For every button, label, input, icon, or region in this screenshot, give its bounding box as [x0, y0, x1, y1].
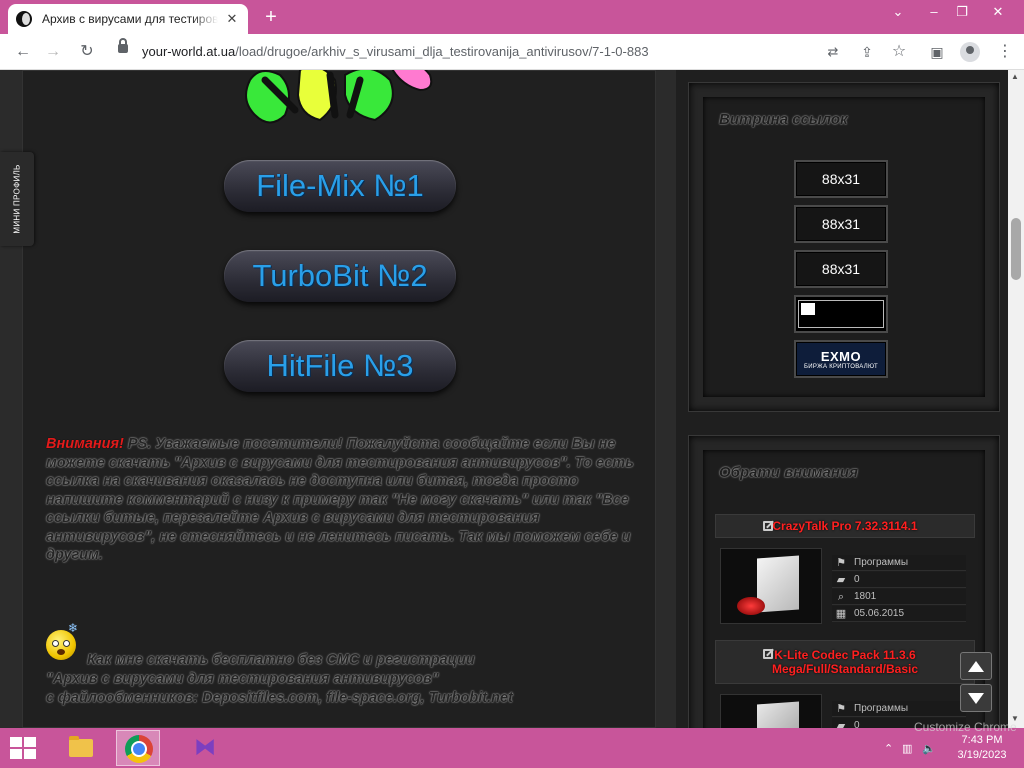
close-tab-icon[interactable]: ✕	[224, 11, 240, 27]
network-icon[interactable]: ▥	[902, 742, 912, 755]
url-path: /load/drugoe/arkhiv_s_virusami_dlja_test…	[235, 44, 649, 59]
browser-titlebar: Архив с вирусами для тестирования антиви…	[0, 0, 1024, 34]
clock-time: 7:43 PM	[961, 734, 1003, 746]
comment-icon: ▰	[836, 720, 846, 728]
edit-icon	[763, 649, 773, 659]
scroll-down-button[interactable]	[960, 684, 992, 712]
file-explorer-taskbar-button[interactable]	[58, 730, 102, 766]
banner-88x31-3[interactable]: 88x31	[794, 250, 888, 288]
windows-start-icon[interactable]	[10, 737, 36, 759]
links-widget-title: Витрина ссылок	[719, 111, 848, 128]
back-icon[interactable]: ←	[12, 42, 34, 62]
howto-text: Как мне скачать бесплатно без СМС и реги…	[46, 651, 636, 708]
views-icon: ⌕	[837, 591, 845, 603]
howto-line-2: "Архив с вирусами для тестирования антив…	[46, 671, 439, 687]
banner-exmo[interactable]: EXMO БИРЖА КРИПТОВАЛЮТ	[794, 340, 888, 378]
download-notice: Внимания! PS. Уважаемые посетители! Пожа…	[46, 435, 636, 565]
comment-icon: ▰	[836, 574, 846, 586]
post-category: ⚑ Программы	[832, 555, 966, 571]
exmo-subtitle: БИРЖА КРИПТОВАЛЮТ	[804, 363, 878, 370]
post-title: CrazyTalk Pro 7.32.3114.1	[772, 519, 918, 533]
scroll-up-button[interactable]	[960, 652, 992, 680]
taskbar: ⧓ ⌃ ▥ 🔈 7:43 PM 3/19/2023	[0, 728, 1024, 768]
post-thumbnail-klite[interactable]	[720, 694, 822, 728]
banner-broken-image[interactable]	[794, 295, 888, 333]
post-category: ⚑ Программы	[832, 701, 966, 717]
download-button-turbobit[interactable]: TurboBit №2	[224, 250, 456, 302]
notice-warning: Внимания!	[46, 436, 124, 452]
address-bar[interactable]: your-world.at.ua/load/drugoe/arkhiv_s_vi…	[142, 44, 649, 59]
customize-chrome-watermark: Customize Chrome	[914, 720, 1017, 734]
mini-profile-tab[interactable]: МИНИ ПРОФИЛЬ	[0, 152, 34, 246]
url-host: your-world.at.ua	[142, 44, 236, 59]
howto-line-1: Как мне скачать бесплатно без СМС и реги…	[87, 652, 475, 668]
calendar-icon: ▦	[835, 608, 847, 620]
share-icon[interactable]: ⇪	[856, 42, 878, 62]
flag-icon: ⚑	[836, 557, 846, 569]
chrome-icon	[125, 735, 153, 763]
visual-studio-taskbar-button[interactable]: ⧓	[182, 730, 226, 766]
star-icon[interactable]: ☆	[888, 42, 910, 62]
forward-icon[interactable]: →	[42, 42, 64, 62]
lock-icon[interactable]	[118, 38, 128, 53]
scrollbar-thumb[interactable]	[1011, 218, 1021, 280]
profile-icon[interactable]	[960, 42, 980, 62]
close-window-icon[interactable]: ✕	[986, 4, 1010, 20]
reload-icon[interactable]: ↻	[76, 42, 98, 62]
site-favicon-icon	[16, 11, 32, 27]
sidepanel-icon[interactable]: ▣	[926, 42, 948, 62]
system-clock[interactable]: 7:43 PM 3/19/2023	[952, 733, 1012, 763]
banner-88x31-2[interactable]: 88x31	[794, 205, 888, 243]
exmo-logo: EXMO	[820, 348, 862, 364]
site-logo-icon	[245, 70, 433, 124]
arrow-down-icon	[968, 692, 984, 704]
flag-icon: ⚑	[836, 703, 846, 715]
howto-line-3: с файлообменников: Depositfiles.com, fil…	[46, 690, 513, 706]
kebab-menu-icon[interactable]: ⋮	[994, 42, 1016, 62]
banner-88x31-1[interactable]: 88x31	[794, 160, 888, 198]
volume-icon[interactable]: 🔈	[922, 742, 936, 755]
post-views: ⌕ 1801	[832, 589, 966, 605]
new-tab-button[interactable]: +	[260, 6, 282, 28]
notice-text: PS. Уважаемые посетители! Пожалуйста соо…	[46, 436, 634, 563]
minimize-icon[interactable]: –	[922, 4, 946, 19]
post-title-line-1: K-Lite Codec Pack 11.3.6	[774, 648, 916, 662]
mini-profile-label: МИНИ ПРОФИЛЬ	[12, 164, 22, 234]
edit-icon	[763, 521, 773, 531]
tab-title: Архив с вирусами для тестирования антиви…	[42, 12, 218, 26]
post-date: ▦ 05.06.2015	[832, 606, 966, 622]
restore-icon[interactable]: ❐	[950, 4, 974, 20]
clock-date: 3/19/2023	[957, 749, 1007, 761]
post-title-line-2: Mega/Full/Standard/Basic	[771, 662, 919, 676]
visual-studio-icon: ⧓	[194, 734, 216, 759]
post-title-crazytalk[interactable]: CrazyTalk Pro 7.32.3114.1	[715, 514, 975, 538]
attention-widget-title: Обрати внимания	[719, 464, 858, 481]
page-scrollbar[interactable]: ▲ ▼	[1008, 70, 1024, 728]
download-button-filemix[interactable]: File-Mix №1	[224, 160, 456, 212]
browser-toolbar: ← → ↻ your-world.at.ua/load/drugoe/arkhi…	[0, 34, 1024, 70]
page-viewport: МИНИ ПРОФИЛЬ File-Mix №1 TurboBit №2 Hit…	[0, 70, 1008, 728]
tray-chevron-icon[interactable]: ⌃	[884, 742, 893, 755]
folder-icon	[69, 736, 93, 757]
download-button-hitfile[interactable]: HitFile №3	[224, 340, 456, 392]
scroll-arrow-up-icon[interactable]: ▲	[1011, 72, 1019, 81]
chrome-taskbar-button[interactable]	[116, 730, 160, 766]
arrow-up-icon	[968, 660, 984, 672]
translate-icon[interactable]: ⇄	[822, 42, 844, 62]
broken-image-icon	[798, 300, 884, 328]
post-title-klite[interactable]: K-Lite Codec Pack 11.3.6 Mega/Full/Stand…	[715, 640, 975, 684]
post-thumbnail-crazytalk[interactable]	[720, 548, 822, 624]
tab-search-chevron-icon[interactable]: ⌄	[886, 4, 910, 20]
browser-tab[interactable]: Архив с вирусами для тестирования антиви…	[8, 4, 248, 34]
post-comments: ▰ 0	[832, 572, 966, 588]
